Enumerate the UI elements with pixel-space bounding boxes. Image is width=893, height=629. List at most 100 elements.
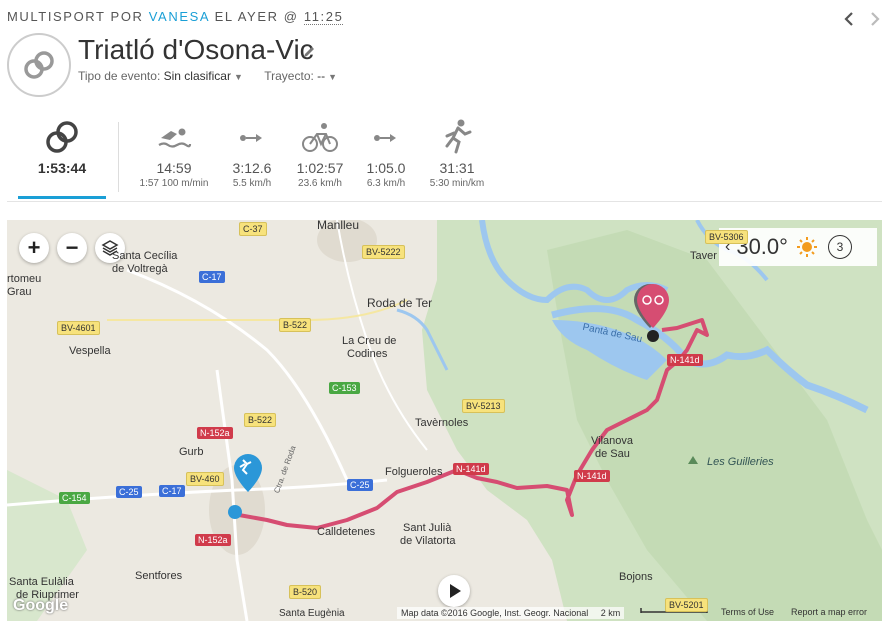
place-label: Sant Julià [403,522,452,534]
route-map[interactable]: + − ‹ 30.0° 3 Manlleu Santa Cecília de V… [7,220,882,621]
road-label: C-25 [347,479,373,491]
zoom-in-button[interactable]: + [19,233,49,263]
place-label: Gurb [179,446,204,458]
course-dropdown[interactable]: -- [317,69,325,83]
place-label: Manlleu [317,220,360,232]
road-label: C-154 [59,492,90,504]
road-label: C-153 [329,382,360,394]
place-label: Vilanova [591,435,633,447]
place-label: Grau [7,286,32,298]
bike-speed: 23.6 km/h [298,178,342,189]
place-label: La Creu de [342,335,397,347]
chevron-down-icon[interactable]: ▼ [234,72,243,82]
place-label: Folgueroles [385,466,443,478]
terms-of-use-link[interactable]: Terms of Use [721,607,774,617]
run-icon [445,119,472,154]
multisport-icon [24,51,54,79]
report-map-error-link[interactable]: Report a map error [791,607,867,617]
play-route-button[interactable] [438,575,470,607]
place-label: Santa Cecília [112,250,178,262]
road-label: N-141d [453,463,489,475]
place-label: Bojons [619,571,653,583]
run-time: 31:31 [439,160,475,176]
road-label: BV-5213 [462,399,505,413]
place-label: de Vilatorta [400,535,456,547]
road-label: BV-5201 [665,598,708,612]
place-label: rtomeu [7,273,42,285]
swim-icon [158,128,192,148]
next-activity-icon[interactable] [868,10,882,28]
road-label: C-17 [159,485,185,497]
swim-pace: 1:57 100 m/min [139,178,209,189]
place-label: Tavèrnoles [415,417,469,429]
map-attribution: Map data ©2016 Google, Inst. Geogr. Naci… [397,607,625,619]
tab-t2[interactable]: 1:05.0 6.3 km/h [356,118,416,189]
run-pace: 5:30 min/km [429,178,485,189]
t2-speed: 6.3 km/h [366,178,406,189]
place-label: Les Guilleries [707,456,774,468]
sun-icon [796,237,817,257]
activity-header: MULTISPORT POR VANESA EL AYER @ 11:25 [7,9,344,25]
road-label: B-522 [244,413,277,427]
road-label: C-37 [239,222,267,236]
activity-title[interactable]: Triatló d'Osona-Vic [78,34,314,66]
activity-when: EL AYER @ [214,9,299,24]
tab-total[interactable]: 1:53:44 [22,118,102,176]
stats-bar: 1:53:44 14:59 1:57 100 m/min 3:12.6 5.5 … [0,118,893,203]
road-label: B-522 [279,318,312,332]
road-label: B-520 [289,585,322,599]
place-label: Taver [690,250,717,262]
bike-icon [302,123,338,152]
place-label: Sentfores [135,570,183,582]
transition-icon [374,134,396,142]
total-time: 1:53:44 [37,160,87,176]
wind-speed-badge: 3 [827,235,852,259]
transition-icon [240,134,262,142]
attribution-text: Map data ©2016 Google, Inst. Geogr. Naci… [401,608,589,618]
active-tab-indicator [18,196,106,199]
course-label: Trayecto: [264,69,314,83]
previous-activity-icon[interactable] [842,10,856,28]
place-label: Vespella [69,345,111,357]
road-label: N-152a [195,534,231,546]
t1-speed: 5.5 km/h [232,178,272,189]
map-scale: 2 km [600,608,621,618]
road-label: N-152a [197,427,233,439]
google-logo: Google [13,597,69,614]
activity-type: MULTISPORT POR [7,9,144,24]
chevron-down-icon[interactable]: ▼ [328,72,337,82]
tab-bike[interactable]: 1:02:57 23.6 km/h [290,118,350,189]
t1-time: 3:12.6 [232,160,272,176]
edit-pencil-icon[interactable] [302,45,316,59]
activity-time: 11:25 [303,9,344,25]
zoom-out-button[interactable]: − [57,233,87,263]
bike-time: 1:02:57 [296,160,344,176]
road-label: BV-4601 [57,321,100,335]
road-label: BV-5222 [362,245,405,259]
tab-t1[interactable]: 3:12.6 5.5 km/h [222,118,282,189]
road-label: N-141d [667,354,703,366]
place-label: de Sau [595,448,630,460]
place-label: Roda de Ter [367,296,433,310]
multisport-avatar [7,33,71,97]
tab-run[interactable]: 31:31 5:30 min/km [422,118,492,189]
event-type-label: Tipo de evento: [78,69,161,83]
user-link[interactable]: VANESA [149,9,210,24]
stats-divider [118,122,119,192]
swim-time: 14:59 [156,160,192,176]
road-label: C-25 [116,486,142,498]
t2-time: 1:05.0 [366,160,406,176]
road-label: C-17 [199,271,225,283]
activity-meta: Tipo de evento: Sin clasificar ▼ Trayecto… [78,69,343,83]
place-label: Calldetenes [317,526,376,538]
road-label: BV-460 [186,472,224,486]
event-type-dropdown[interactable]: Sin clasificar [164,69,231,83]
place-label: de Voltregà [112,263,168,275]
place-label: Codines [347,348,388,360]
road-label: BV-5306 [705,230,748,244]
play-icon [450,584,461,598]
tab-swim[interactable]: 14:59 1:57 100 m/min [135,118,213,189]
place-label: Santa Eulàlia [9,576,74,588]
section-divider [7,201,882,202]
place-label: Santa Eugènia [279,608,345,619]
